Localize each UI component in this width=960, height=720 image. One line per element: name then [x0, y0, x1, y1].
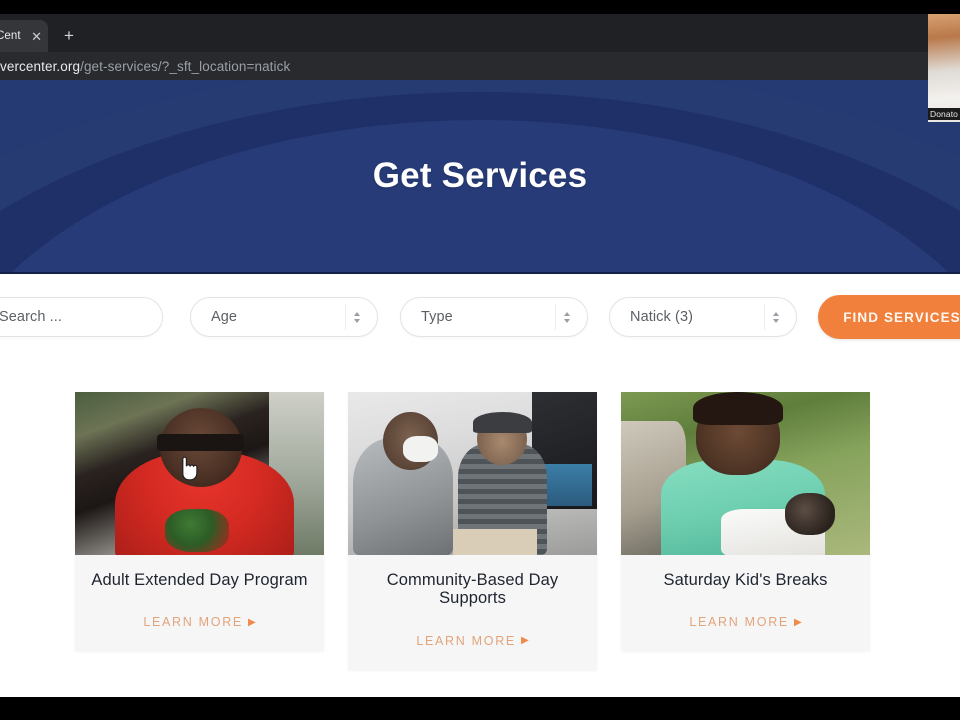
location-stepper-icon[interactable]	[764, 304, 786, 330]
browser-tab[interactable]: Cent ✕	[0, 20, 48, 52]
age-filter-select[interactable]: Age	[190, 297, 378, 337]
service-card-title: Saturday Kid's Breaks	[663, 571, 828, 589]
service-card-image	[348, 392, 597, 555]
caret-right-icon: ▶	[520, 635, 529, 647]
age-filter-label: Age	[211, 309, 238, 325]
location-filter-label: Natick (3)	[630, 309, 694, 325]
location-filter-select[interactable]: Natick (3)	[609, 297, 797, 337]
type-filter-label: Type	[421, 309, 453, 325]
learn-more-label: LEARN MORE	[143, 615, 243, 630]
type-stepper-icon[interactable]	[555, 304, 577, 330]
learn-more-link[interactable]: LEARN MORE ▶	[689, 615, 801, 629]
service-card[interactable]: Community-Based Day Supports LEARN MORE …	[348, 392, 597, 670]
learn-more-link[interactable]: LEARN MORE ▶	[143, 615, 255, 629]
search-field-wrapper[interactable]: Search ...	[0, 297, 163, 337]
url-host: vercenter.org	[0, 58, 81, 74]
chevron-down-icon	[563, 318, 570, 323]
page-title: Get Services	[372, 156, 588, 195]
hero-banner: Get Services	[0, 80, 960, 274]
service-card-body: Adult Extended Day Program LEARN MORE ▶	[75, 555, 324, 651]
service-card[interactable]: Adult Extended Day Program LEARN MORE ▶	[75, 392, 324, 652]
service-card-image	[75, 392, 324, 555]
tab-strip: Cent ✕ +	[0, 14, 960, 52]
service-card-image	[621, 392, 870, 555]
browser-chrome: Cent ✕ + vercenter.org/get-services/?_sf…	[0, 14, 960, 80]
service-card-title: Community-Based Day Supports	[386, 571, 559, 608]
service-card-body: Community-Based Day Supports LEARN MORE …	[348, 555, 597, 670]
chevron-up-icon	[563, 311, 570, 316]
chevron-down-icon	[353, 318, 360, 323]
age-stepper-icon[interactable]	[345, 304, 367, 330]
chevron-down-icon	[772, 318, 779, 323]
chevron-up-icon	[353, 311, 360, 316]
webcam-participant-label: Donato	[927, 108, 960, 120]
letterbox-top	[0, 0, 960, 14]
close-icon[interactable]: ✕	[31, 30, 42, 43]
service-card-title: Adult Extended Day Program	[91, 571, 308, 589]
webcam-video-overlay[interactable]	[928, 14, 960, 122]
letterbox-bottom	[0, 697, 960, 720]
omnibox-row: vercenter.org/get-services/?_sft_locatio…	[0, 52, 960, 80]
new-tab-icon[interactable]: +	[58, 25, 80, 47]
learn-more-label: LEARN MORE	[416, 633, 516, 648]
learn-more-link[interactable]: LEARN MORE ▶	[416, 634, 528, 648]
chevron-up-icon	[772, 311, 779, 316]
screen: Cent ✕ + vercenter.org/get-services/?_sf…	[0, 0, 960, 720]
caret-right-icon: ▶	[247, 616, 256, 628]
find-services-button[interactable]: FIND SERVICES	[818, 295, 960, 339]
service-card[interactable]: Saturday Kid's Breaks LEARN MORE ▶	[621, 392, 870, 652]
tab-title: Cent	[0, 30, 21, 42]
web-page: Get Services Search ... Age Type Natick …	[0, 80, 960, 697]
search-input[interactable]: Search ...	[0, 309, 62, 325]
caret-right-icon: ▶	[793, 616, 802, 628]
service-card-body: Saturday Kid's Breaks LEARN MORE ▶	[621, 555, 870, 651]
service-filter-bar: Search ... Age Type Natick (3) FIND SERV…	[0, 274, 960, 392]
url-path: /get-services/?_sft_location=natick	[80, 58, 291, 74]
address-bar[interactable]: vercenter.org/get-services/?_sft_locatio…	[0, 54, 960, 78]
learn-more-label: LEARN MORE	[689, 615, 789, 630]
type-filter-select[interactable]: Type	[400, 297, 588, 337]
